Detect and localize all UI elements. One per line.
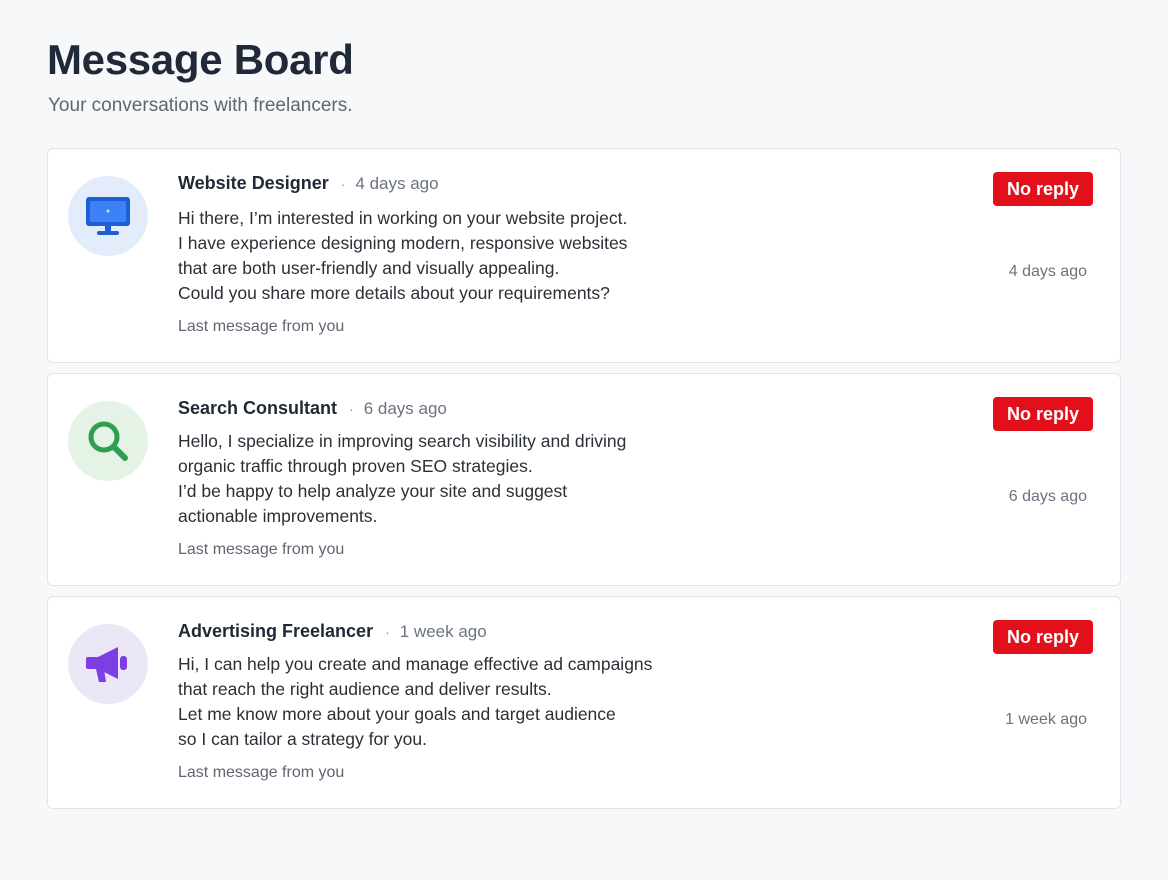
- thread-card-search-consultant[interactable]: Search Consultant · 6 days ago Hello, I …: [47, 373, 1121, 586]
- message-board-page: Message Board Your conversations with fr…: [0, 0, 1168, 880]
- thread-time: 1 week ago: [399, 622, 487, 641]
- megaphone-icon: [84, 642, 132, 686]
- message-line: Hello, I specialize in improving search …: [178, 431, 627, 451]
- page-subtitle: Your conversations with freelancers.: [48, 95, 353, 116]
- avatar: [68, 176, 148, 256]
- separator-dot: ·: [349, 401, 354, 417]
- message-line: so I can tailor a strategy for you.: [178, 729, 428, 749]
- thread-header: Search Consultant · 6 days ago: [178, 398, 738, 422]
- sender-name: Advertising Freelancer: [178, 621, 374, 641]
- message-line: that are both user-friendly and visually…: [178, 258, 560, 278]
- thread-header: Advertising Freelancer · 1 week ago: [178, 621, 738, 645]
- thread-time: 6 days ago: [363, 399, 447, 418]
- message-line: Could you share more details about your …: [178, 283, 610, 303]
- avatar: [68, 401, 148, 481]
- sender-name: Search Consultant: [178, 398, 338, 418]
- separator-dot: ·: [385, 624, 390, 640]
- side-timestamp: 4 days ago: [1008, 263, 1087, 280]
- message-preview: Hello, I specialize in improving search …: [178, 429, 738, 529]
- no-reply-badge: No reply: [993, 172, 1093, 206]
- thread-content: Advertising Freelancer · 1 week ago Hi, …: [178, 621, 738, 782]
- side-timestamp: 6 days ago: [1008, 488, 1087, 505]
- separator-dot: ·: [340, 176, 346, 192]
- last-message-note: Last message from you: [178, 764, 345, 781]
- message-line: that reach the right audience and delive…: [178, 679, 552, 699]
- message-line: actionable improvements.: [178, 506, 378, 526]
- no-reply-badge: No reply: [993, 397, 1093, 431]
- thread-card-advertising-freelancer[interactable]: Advertising Freelancer · 1 week ago Hi, …: [47, 596, 1121, 809]
- message-line: I have experience designing modern, resp…: [178, 233, 628, 253]
- last-message-note: Last message from you: [178, 318, 345, 335]
- message-line: I’d be happy to help analyze your site a…: [178, 481, 568, 501]
- thread-content: Website Designer · 4 days ago Hi there, …: [178, 173, 738, 336]
- thread-time: 4 days ago: [355, 174, 439, 193]
- message-preview: Hi, I can help you create and manage eff…: [178, 652, 738, 752]
- thread-card-website-designer[interactable]: Website Designer · 4 days ago Hi there, …: [47, 148, 1121, 363]
- no-reply-badge: No reply: [993, 620, 1093, 654]
- magnifier-icon: [85, 418, 131, 464]
- side-timestamp: 1 week ago: [1005, 711, 1087, 728]
- message-line: Let me know more about your goals and ta…: [178, 704, 616, 724]
- sender-name: Website Designer: [178, 173, 329, 193]
- message-preview: Hi there, I’m interested in working on y…: [178, 206, 738, 306]
- avatar: [68, 624, 148, 704]
- page-title: Message Board: [47, 36, 354, 83]
- thread-content: Search Consultant · 6 days ago Hello, I …: [178, 398, 738, 559]
- monitor-icon: [84, 195, 132, 237]
- message-line: organic traffic through proven SEO strat…: [178, 456, 533, 476]
- message-line: Hi, I can help you create and manage eff…: [178, 654, 653, 674]
- thread-header: Website Designer · 4 days ago: [178, 173, 738, 197]
- message-line: Hi there, I’m interested in working on y…: [178, 208, 628, 228]
- last-message-note: Last message from you: [178, 541, 345, 558]
- thread-list: Website Designer · 4 days ago Hi there, …: [47, 148, 1121, 819]
